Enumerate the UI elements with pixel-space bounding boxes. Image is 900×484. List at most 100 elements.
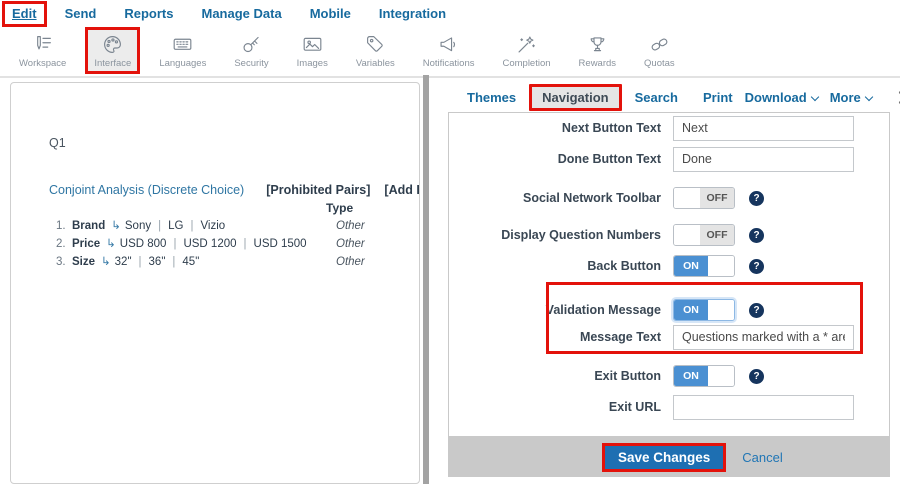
field-label-next-button-text: Next Button Text [449,121,661,135]
help-icon[interactable]: ? [749,369,764,384]
help-icon[interactable]: ? [749,228,764,243]
question-type-link[interactable]: Conjoint Analysis (Discrete Choice) [49,183,244,197]
navigation-settings-form: Next Button Text Done Button Text Social N… [448,112,890,437]
help-icon[interactable]: ? [749,191,764,206]
display-question-numbers-toggle[interactable]: OFF [673,224,735,246]
survey-preview-panel: Q1 Conjoint Analysis (Discrete Choice) [P… [10,82,420,484]
form-row-validation-message: Validation Message ON? [449,297,889,323]
toolbar-item-workspace[interactable]: Workspace [10,27,75,74]
toolbar-item-variables[interactable]: Variables [347,27,404,74]
level-separator: | [158,220,161,232]
toolbar-item-quotas[interactable]: Quotas [635,27,684,74]
field-label-validation-message: Validation Message [449,303,661,317]
toolbar-item-security[interactable]: Security [225,27,277,74]
toolbar-item-rewards[interactable]: Rewards [570,27,626,74]
nav-item-reports[interactable]: Reports [124,6,173,21]
social-network-toolbar-toggle[interactable]: OFF [673,187,735,209]
chevron-down-icon [865,92,873,100]
tab-navigation[interactable]: Navigation [529,84,621,111]
level-value: 45" [182,256,199,268]
field-control: OFF? [673,224,764,246]
form-row-exit-url: Exit URL [449,394,889,420]
question-action-prohibited-pairs[interactable]: [Prohibited Pairs] [266,183,370,197]
question-code: Q1 [49,136,66,150]
toggle-knob [674,188,700,208]
help-icon[interactable]: ? [749,303,764,318]
form-row-display-question-numbers: Display Question NumbersOFF? [449,222,889,248]
level-arrow-icon: ↳ [111,220,121,232]
validation-message-toggle[interactable]: ON [673,299,735,321]
toolbar-item-images[interactable]: Images [288,27,337,74]
field-control: ON? [673,255,764,277]
variables-icon [365,34,386,55]
quotas-icon [649,34,670,55]
attribute-name: Brand [72,220,105,232]
toolbar-item-label: Security [234,58,268,69]
back-button-toggle[interactable]: ON [673,255,735,277]
more-link[interactable]: More [830,90,872,105]
field-control [673,395,854,420]
vertical-scrollbar[interactable] [423,75,429,484]
toggle-on-label: ON [674,300,708,320]
interface-icon [102,34,123,55]
level-value: USD 1200 [183,238,236,250]
print-link[interactable]: Print [703,90,733,105]
form-row-social-network-toolbar: Social Network ToolbarOFF? [449,185,889,211]
field-label-done-button-text: Done Button Text [449,152,661,166]
attribute-row: 1.Brand↳Sony|LG|VizioOther [56,217,416,235]
row-number: 2. [56,235,72,253]
toggle-knob [674,225,700,245]
message-text-input[interactable] [673,325,854,350]
type-column-header: Type [326,201,353,215]
exit-button-toggle[interactable]: ON [673,365,735,387]
cancel-link[interactable]: Cancel [742,450,782,465]
toggle-knob [708,366,734,386]
level-value: USD 800 [120,238,167,250]
field-control: ON? [673,299,764,321]
next-button-text-input[interactable] [673,116,854,141]
save-changes-button[interactable]: Save Changes [602,443,726,472]
nav-item-edit[interactable]: Edit [12,6,37,21]
toolbar-item-label: Quotas [644,58,675,69]
help-icon[interactable]: ? [749,259,764,274]
toolbar-item-label: Variables [356,58,395,69]
top-navigation: Edit Send Reports Manage Data Mobile Integrat… [0,0,900,27]
nav-item-mobile[interactable]: Mobile [310,6,351,21]
field-control: OFF? [673,187,764,209]
download-link[interactable]: Download [745,90,818,105]
field-control: ON? [673,365,764,387]
form-row-done-button-text: Done Button Text [449,146,889,172]
level-separator: | [139,256,142,268]
toolbar-item-completion[interactable]: Completion [493,27,559,74]
rewards-icon [587,34,608,55]
level-value: USD 1500 [254,238,307,250]
toggle-knob [708,300,734,320]
question-action-add-fixed-tasks[interactable]: [Add Fixed Tasks [384,183,420,197]
toolbar-item-label: Completion [502,58,550,69]
level-value: 32" [115,256,132,268]
toolbar-item-notifications[interactable]: Notifications [414,27,484,74]
toggle-on-label: ON [674,256,708,276]
toggle-knob [708,256,734,276]
level-arrow-icon: ↳ [106,238,116,250]
nav-item-manage-data[interactable]: Manage Data [201,6,281,21]
tab-themes[interactable]: Themes [454,84,529,111]
toolbar-item-label: Notifications [423,58,475,69]
toolbar-item-interface[interactable]: Interface [85,27,140,74]
tab-search[interactable]: Search [622,84,691,111]
row-type-value: Other [336,235,365,253]
field-control [673,325,854,350]
level-separator: | [244,238,247,250]
exit-url-input[interactable] [673,395,854,420]
nav-item-integration[interactable]: Integration [379,6,446,21]
toolbar-item-label: Languages [159,58,206,69]
notifications-icon [438,34,459,55]
toolbar-item-label: Images [297,58,328,69]
done-button-text-input[interactable] [673,147,854,172]
annotation-box: Edit [2,1,47,27]
level-arrow-icon: ↳ [101,256,111,268]
row-number: 1. [56,217,72,235]
field-label-back-button: Back Button [449,259,661,273]
toolbar-item-languages[interactable]: Languages [150,27,215,74]
nav-item-send[interactable]: Send [65,6,97,21]
